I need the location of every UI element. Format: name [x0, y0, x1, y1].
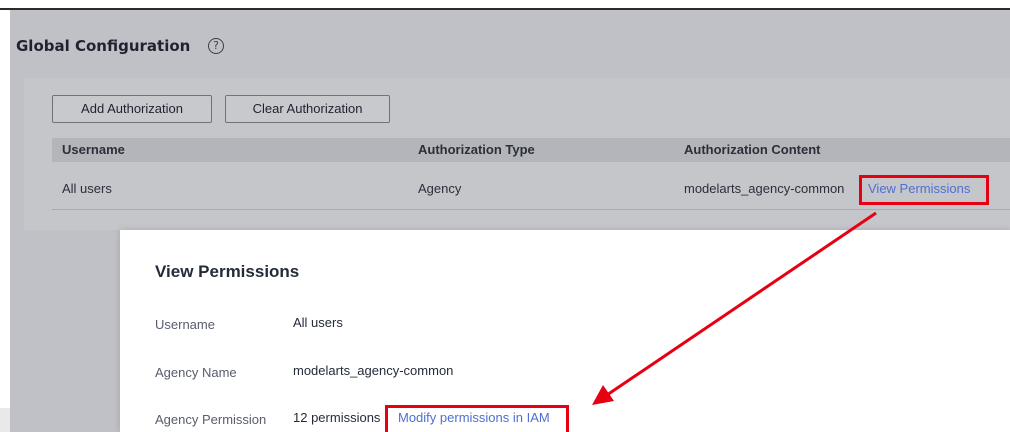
annotation-arrow [592, 211, 877, 405]
arrow-head [592, 385, 614, 405]
arrow-shaft [603, 211, 877, 399]
